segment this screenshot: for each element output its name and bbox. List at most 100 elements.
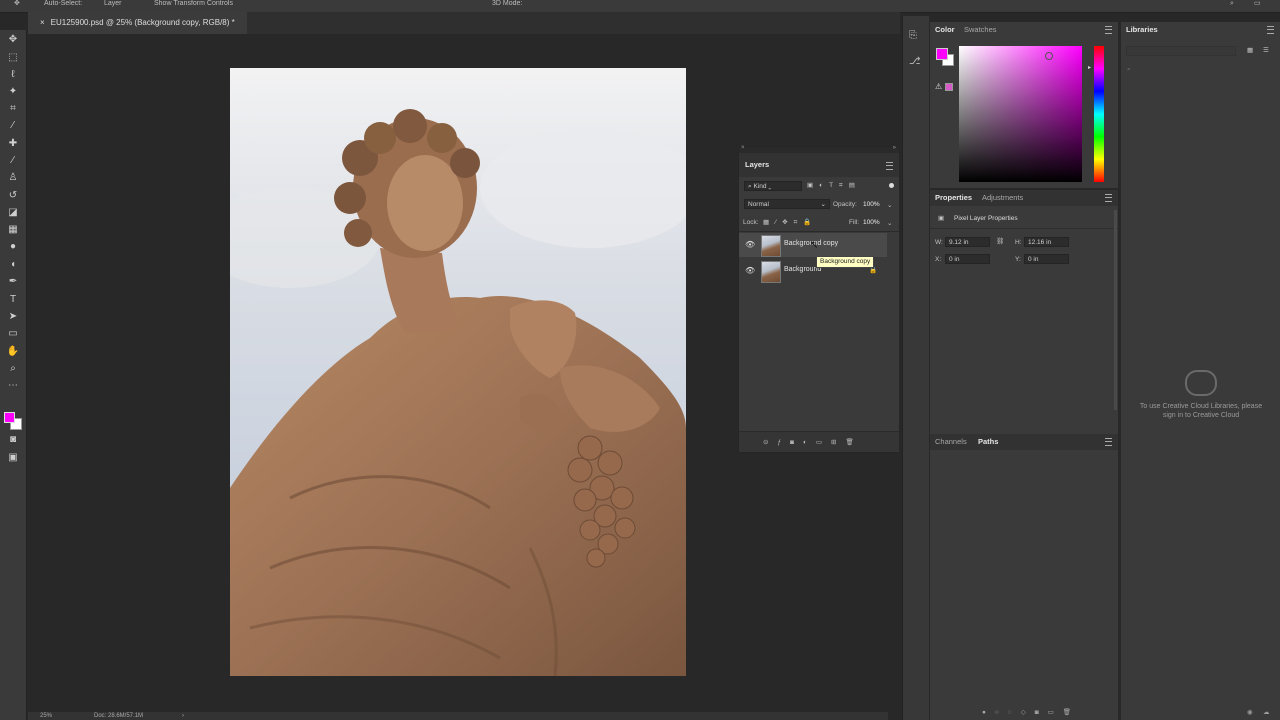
layer-thumbnail[interactable] — [761, 261, 781, 283]
document-tab-title: EU125900.psd @ 25% (Background copy, RGB… — [50, 18, 235, 27]
marquee-tool-icon[interactable]: ⬚ — [6, 52, 20, 64]
auto-select-label[interactable]: Auto-Select: — [44, 0, 82, 8]
web-safe-color-icon[interactable] — [945, 83, 953, 91]
search-icon[interactable]: ⌕ — [1127, 66, 1131, 74]
warning-icon[interactable]: ⚠ — [935, 82, 942, 91]
w-label: W: — [935, 239, 943, 246]
foreground-color-swatch[interactable] — [4, 412, 15, 423]
actions-panel-icon[interactable]: ⎇ — [909, 56, 921, 67]
visibility-eye-icon[interactable]: 👁 — [745, 240, 755, 249]
lock-icons[interactable]: ▦∕✥⌗🔒 — [763, 218, 817, 227]
show-transform-controls-checkbox[interactable]: Show Transform Controls — [154, 0, 233, 8]
gradient-tool-icon[interactable]: ▦ — [6, 224, 20, 236]
panel-menu-icon[interactable] — [1105, 438, 1112, 446]
cloud-icon[interactable]: ☁ — [1263, 708, 1270, 716]
lasso-tool-icon[interactable]: ℓ — [6, 69, 20, 81]
width-field[interactable]: 9.12 in — [945, 237, 990, 247]
tab-paths[interactable]: Paths — [978, 434, 998, 450]
paths-action-icons[interactable]: ●○◌◇◙▭🗑 — [982, 708, 1080, 716]
filter-type-icons[interactable]: ▣◐T⌗▤ — [807, 181, 861, 190]
zoom-level[interactable]: 25% — [40, 712, 52, 720]
magic-wand-tool-icon[interactable]: ✦ — [6, 86, 20, 98]
height-field[interactable]: 12.16 in — [1024, 237, 1069, 247]
tab-channels[interactable]: Channels — [935, 434, 967, 450]
grid-view-icon[interactable]: ▦ — [1247, 46, 1253, 54]
properties-panel: Properties Adjustments ▣ Pixel Layer Pro… — [930, 190, 1118, 434]
close-icon[interactable]: × — [741, 145, 745, 151]
section-title: Pixel Layer Properties — [954, 215, 1018, 222]
library-select[interactable] — [1126, 46, 1236, 56]
hue-slider-handle-icon[interactable]: ▸ — [1088, 64, 1091, 71]
opacity-chevron-icon[interactable]: ⌄ — [887, 201, 892, 209]
eraser-tool-icon[interactable]: ◪ — [6, 207, 20, 219]
zoom-tool-icon[interactable]: ⌕ — [6, 363, 20, 375]
panel-menu-icon[interactable] — [1105, 194, 1112, 202]
healing-brush-tool-icon[interactable]: ✚ — [6, 138, 20, 150]
filter-toggle-icon[interactable] — [889, 183, 894, 188]
dodge-tool-icon[interactable]: ◖ — [6, 259, 20, 271]
clone-stamp-tool-icon[interactable]: ♙ — [6, 172, 20, 184]
visibility-eye-icon[interactable]: 👁 — [745, 266, 755, 275]
eyedropper-tool-icon[interactable]: ⁄ — [6, 120, 20, 132]
pixel-layer-icon: ▣ — [938, 215, 945, 222]
panel-menu-icon[interactable] — [1105, 26, 1112, 34]
hand-tool-icon[interactable]: ✋ — [6, 346, 20, 358]
quick-mask-icon[interactable]: ◙ — [6, 434, 20, 446]
tab-adjustments[interactable]: Adjustments — [982, 190, 1023, 206]
y-label: Y: — [1015, 256, 1021, 263]
tab-properties[interactable]: Properties — [935, 190, 972, 206]
move-tool-icon[interactable]: ✥ — [6, 34, 20, 46]
filter-kind-select[interactable]: ⌕ Kind ⌄ — [744, 181, 802, 191]
more-tools-icon[interactable]: ⋯ — [6, 380, 20, 392]
fill-chevron-icon[interactable]: ⌄ — [887, 219, 892, 227]
blend-mode-select[interactable]: Normal ⌄ — [744, 199, 830, 209]
rectangle-tool-icon[interactable]: ▭ — [6, 328, 20, 340]
layer-action-icons[interactable]: ⊝ƒ◙◐▭⊞🗑 — [763, 438, 863, 446]
panel-menu-icon[interactable] — [1267, 26, 1274, 34]
libraries-panel: Libraries ▦ ☰ ⌕ To use Creative Cloud Li… — [1121, 22, 1280, 720]
status-menu-arrow-icon[interactable]: › — [182, 712, 184, 720]
history-brush-tool-icon[interactable]: ↺ — [6, 190, 20, 202]
foreground-color-swatch[interactable] — [936, 48, 948, 60]
libraries-title: Libraries — [1126, 25, 1158, 34]
list-view-icon[interactable]: ☰ — [1263, 46, 1269, 54]
document-tab-bar: × EU125900.psd @ 25% (Background copy, RG… — [28, 12, 900, 34]
auto-select-dropdown[interactable]: Layer — [104, 0, 122, 8]
creative-cloud-icon — [1185, 370, 1217, 396]
tab-color[interactable]: Color — [935, 22, 955, 38]
link-icon[interactable]: ⛓ — [996, 237, 1004, 245]
h-label: H: — [1015, 239, 1022, 246]
crop-tool-icon[interactable]: ⌗ — [6, 103, 20, 115]
mouse-cursor-icon: ↖ — [810, 240, 819, 251]
tab-swatches[interactable]: Swatches — [964, 22, 997, 38]
type-tool-icon[interactable]: T — [6, 294, 20, 306]
screen-mode-icon[interactable]: ▣ — [6, 452, 20, 464]
panel-menu-icon[interactable] — [886, 162, 893, 170]
layer-name-tooltip: Background copy — [816, 256, 875, 268]
blur-tool-icon[interactable]: ● — [6, 241, 20, 253]
opacity-value[interactable]: 100% — [863, 201, 880, 208]
sync-icon[interactable]: ◉ — [1247, 708, 1253, 716]
pen-tool-icon[interactable]: ✒ — [6, 276, 20, 288]
scrollbar[interactable] — [1114, 210, 1117, 410]
close-icon[interactable]: × — [40, 18, 45, 27]
y-field[interactable]: 0 in — [1024, 254, 1069, 264]
search-icon[interactable]: ⌕ — [1230, 0, 1234, 8]
tab-layers[interactable]: Layers — [745, 157, 769, 173]
document-canvas-image[interactable] — [230, 68, 686, 676]
fill-value[interactable]: 100% — [863, 219, 880, 226]
path-selection-tool-icon[interactable]: ➤ — [6, 311, 20, 323]
workspace-icon[interactable]: ▭ — [1254, 0, 1261, 8]
color-picker-marker[interactable] — [1045, 52, 1053, 60]
document-tab[interactable]: × EU125900.psd @ 25% (Background copy, RG… — [28, 12, 247, 34]
move-tool-icon[interactable]: ✥ — [14, 0, 20, 8]
brush-tool-icon[interactable]: ∕ — [6, 155, 20, 167]
layer-thumbnail[interactable] — [761, 235, 781, 257]
filter-kind-value: Kind — [753, 183, 767, 190]
history-panel-icon[interactable]: ⎘ — [909, 30, 917, 41]
libraries-message: To use Creative Cloud Libraries, please … — [1139, 403, 1263, 419]
collapse-icon[interactable]: » — [893, 145, 896, 151]
x-field[interactable]: 0 in — [945, 254, 990, 264]
hue-slider[interactable] — [1094, 46, 1104, 182]
color-field[interactable] — [959, 46, 1082, 182]
